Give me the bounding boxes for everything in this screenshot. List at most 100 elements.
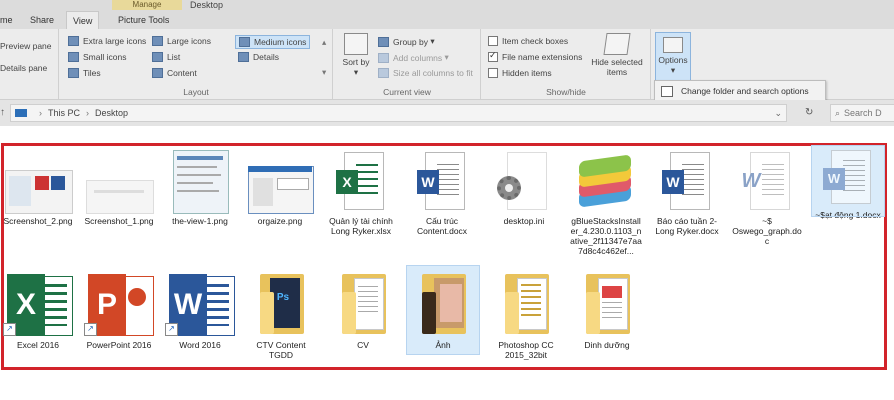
image-thumbnail-icon (245, 150, 315, 214)
folder-item[interactable]: Ps CTV Content TGDD (245, 270, 317, 360)
folder-item[interactable]: Dinh dưỡng (571, 270, 643, 350)
folder-item[interactable]: CV (327, 270, 399, 350)
shortcut-arrow-icon: ↗ (165, 323, 178, 336)
layout-list[interactable]: List (152, 52, 180, 62)
hidden-items-toggle[interactable]: Hidden items (488, 68, 552, 78)
tab-picture-tools[interactable]: Picture Tools (112, 11, 175, 29)
sort-by-icon (344, 33, 368, 55)
layout-group-label: Layout (183, 87, 209, 97)
shortcut-arrow-icon: ↗ (3, 323, 16, 336)
address-dropdown-icon[interactable]: ⌄ (774, 108, 782, 119)
hide-selected-items-button[interactable]: Hide selected items (588, 33, 646, 77)
add-columns-button[interactable]: Add columns ▾ (378, 52, 449, 63)
layout-option-label: Medium icons (254, 37, 307, 47)
shortcut-item[interactable]: P ↗ PowerPoint 2016 (83, 270, 155, 350)
powerpoint-app-icon: P ↗ (84, 270, 154, 336)
excel-file-icon: X (326, 150, 396, 212)
breadcrumb-this-pc[interactable]: This PC (48, 108, 80, 118)
sort-by-button[interactable]: Sort by ▾ (340, 33, 372, 78)
address-bar[interactable]: › This PC › Desktop ⌄ (10, 104, 787, 122)
group-by-icon (378, 36, 389, 47)
tab-share[interactable]: Share (24, 11, 60, 29)
file-item[interactable]: X Quản lý tài chính Long Ryker.xlsx (325, 150, 397, 236)
folder-icon (572, 270, 642, 336)
search-box[interactable]: ⌕ Search D (830, 104, 894, 122)
file-name-extensions-toggle[interactable]: File name extensions (488, 50, 582, 62)
options-dropdown: Change folder and search options (654, 80, 826, 102)
file-name: Photoshop CC 2015_32bit (498, 340, 554, 360)
file-name: Word 2016 (179, 340, 221, 350)
file-item[interactable]: the-view-1.png (164, 150, 236, 226)
file-name: CV (357, 340, 369, 350)
file-name: Cấu trúc Content.docx (416, 216, 468, 236)
file-item[interactable]: Screenshot_1.png (83, 150, 155, 226)
folder-item-selected[interactable]: Ảnh (406, 265, 480, 355)
refresh-icon[interactable]: ↻ (805, 107, 813, 118)
tab-view[interactable]: View (66, 11, 100, 30)
layout-expand-icon[interactable]: ▾ (322, 67, 326, 78)
breadcrumb-desktop[interactable]: Desktop (95, 108, 128, 118)
hide-selected-icon (603, 33, 631, 55)
list-icon (152, 52, 163, 62)
file-item[interactable]: gBlueStacksInstaller_4.230.0.1103_native… (570, 150, 642, 256)
large-icons-icon (152, 36, 163, 46)
details-pane-button[interactable]: Details pane (0, 63, 47, 73)
settings-file-icon (489, 150, 559, 212)
current-view-group: Sort by ▾ Group by ▾ Add columns ▾ Size … (334, 29, 481, 99)
file-item-selected[interactable]: W ~$ạt động 1.docx (811, 145, 885, 220)
file-name: Screenshot_2.png (3, 216, 73, 226)
layout-medium-icons[interactable]: Medium icons (235, 35, 311, 49)
item-check-boxes-checkbox[interactable] (488, 36, 498, 46)
group-by-button[interactable]: Group by ▾ (378, 36, 435, 47)
folder-icon (491, 270, 561, 336)
panes-group: Preview pane Details pane (0, 29, 59, 99)
layout-large-icons[interactable]: Large icons (152, 36, 211, 46)
layout-details[interactable]: Details (238, 52, 279, 62)
file-item[interactable]: W Cấu trúc Content.docx (406, 150, 478, 236)
layout-scroll-up-icon[interactable]: ▴ (322, 37, 326, 48)
folder-options-icon (661, 85, 673, 97)
layout-option-label: Small icons (83, 52, 127, 62)
layout-tiles[interactable]: Tiles (68, 68, 101, 78)
file-name: CTV Content TGDD (256, 340, 306, 360)
item-check-boxes-toggle[interactable]: Item check boxes (488, 36, 568, 46)
layout-option-label: Content (167, 68, 197, 78)
folder-icon: Ps (246, 270, 316, 336)
hidden-items-checkbox[interactable] (488, 68, 498, 78)
layout-small-icons[interactable]: Small icons (68, 52, 126, 62)
file-item[interactable]: W ~$ Oswego_graph.doc (731, 150, 803, 246)
size-all-columns-button[interactable]: Size all columns to fit (378, 68, 473, 78)
shortcut-item[interactable]: W ↗ Word 2016 (164, 270, 236, 350)
window-title: Desktop (190, 0, 224, 10)
file-item[interactable]: Screenshot_2.png (2, 150, 74, 226)
item-check-boxes-label: Item check boxes (502, 36, 569, 46)
layout-content[interactable]: Content (152, 68, 197, 78)
show-hide-group: Item check boxes File name extensions Hi… (482, 29, 651, 99)
add-columns-icon (378, 52, 389, 63)
current-view-group-label: Current view (383, 87, 431, 97)
photo-folder-icon (408, 270, 478, 336)
show-hide-group-label: Show/hide (546, 87, 586, 97)
file-item[interactable]: desktop.ini (488, 150, 560, 226)
file-name: Báo cáo tuần 2-Long Ryker.docx (655, 216, 719, 236)
group-by-label: Group by (393, 36, 428, 47)
breadcrumb-separator-icon[interactable]: › (86, 108, 89, 118)
change-folder-options-item[interactable]: Change folder and search options (681, 86, 809, 96)
word-file-icon: W (407, 150, 477, 212)
options-button[interactable]: Options ▾ (655, 32, 691, 82)
breadcrumb-separator-icon[interactable]: › (39, 108, 42, 118)
file-name: Dinh dưỡng (584, 340, 630, 350)
shortcut-item[interactable]: X ↗ Excel 2016 (2, 270, 74, 350)
tab-home[interactable]: me (0, 11, 19, 29)
file-item[interactable]: orgaize.png (244, 150, 316, 226)
word-file-faded-icon: W (813, 148, 883, 206)
folder-item[interactable]: Photoshop CC 2015_32bit (490, 270, 562, 360)
layout-extra-large-icons[interactable]: Extra large icons (68, 36, 146, 46)
preview-pane-button[interactable]: Preview pane (0, 41, 52, 51)
file-item[interactable]: W Báo cáo tuần 2-Long Ryker.docx (651, 150, 723, 236)
file-name-extensions-checkbox[interactable] (488, 50, 498, 62)
file-explorer-window: Manage Desktop me Share View Picture Too… (0, 0, 894, 400)
layout-option-label: Details (253, 52, 279, 62)
up-arrow-icon[interactable]: ↑ (0, 107, 5, 118)
options-icon (663, 37, 683, 53)
